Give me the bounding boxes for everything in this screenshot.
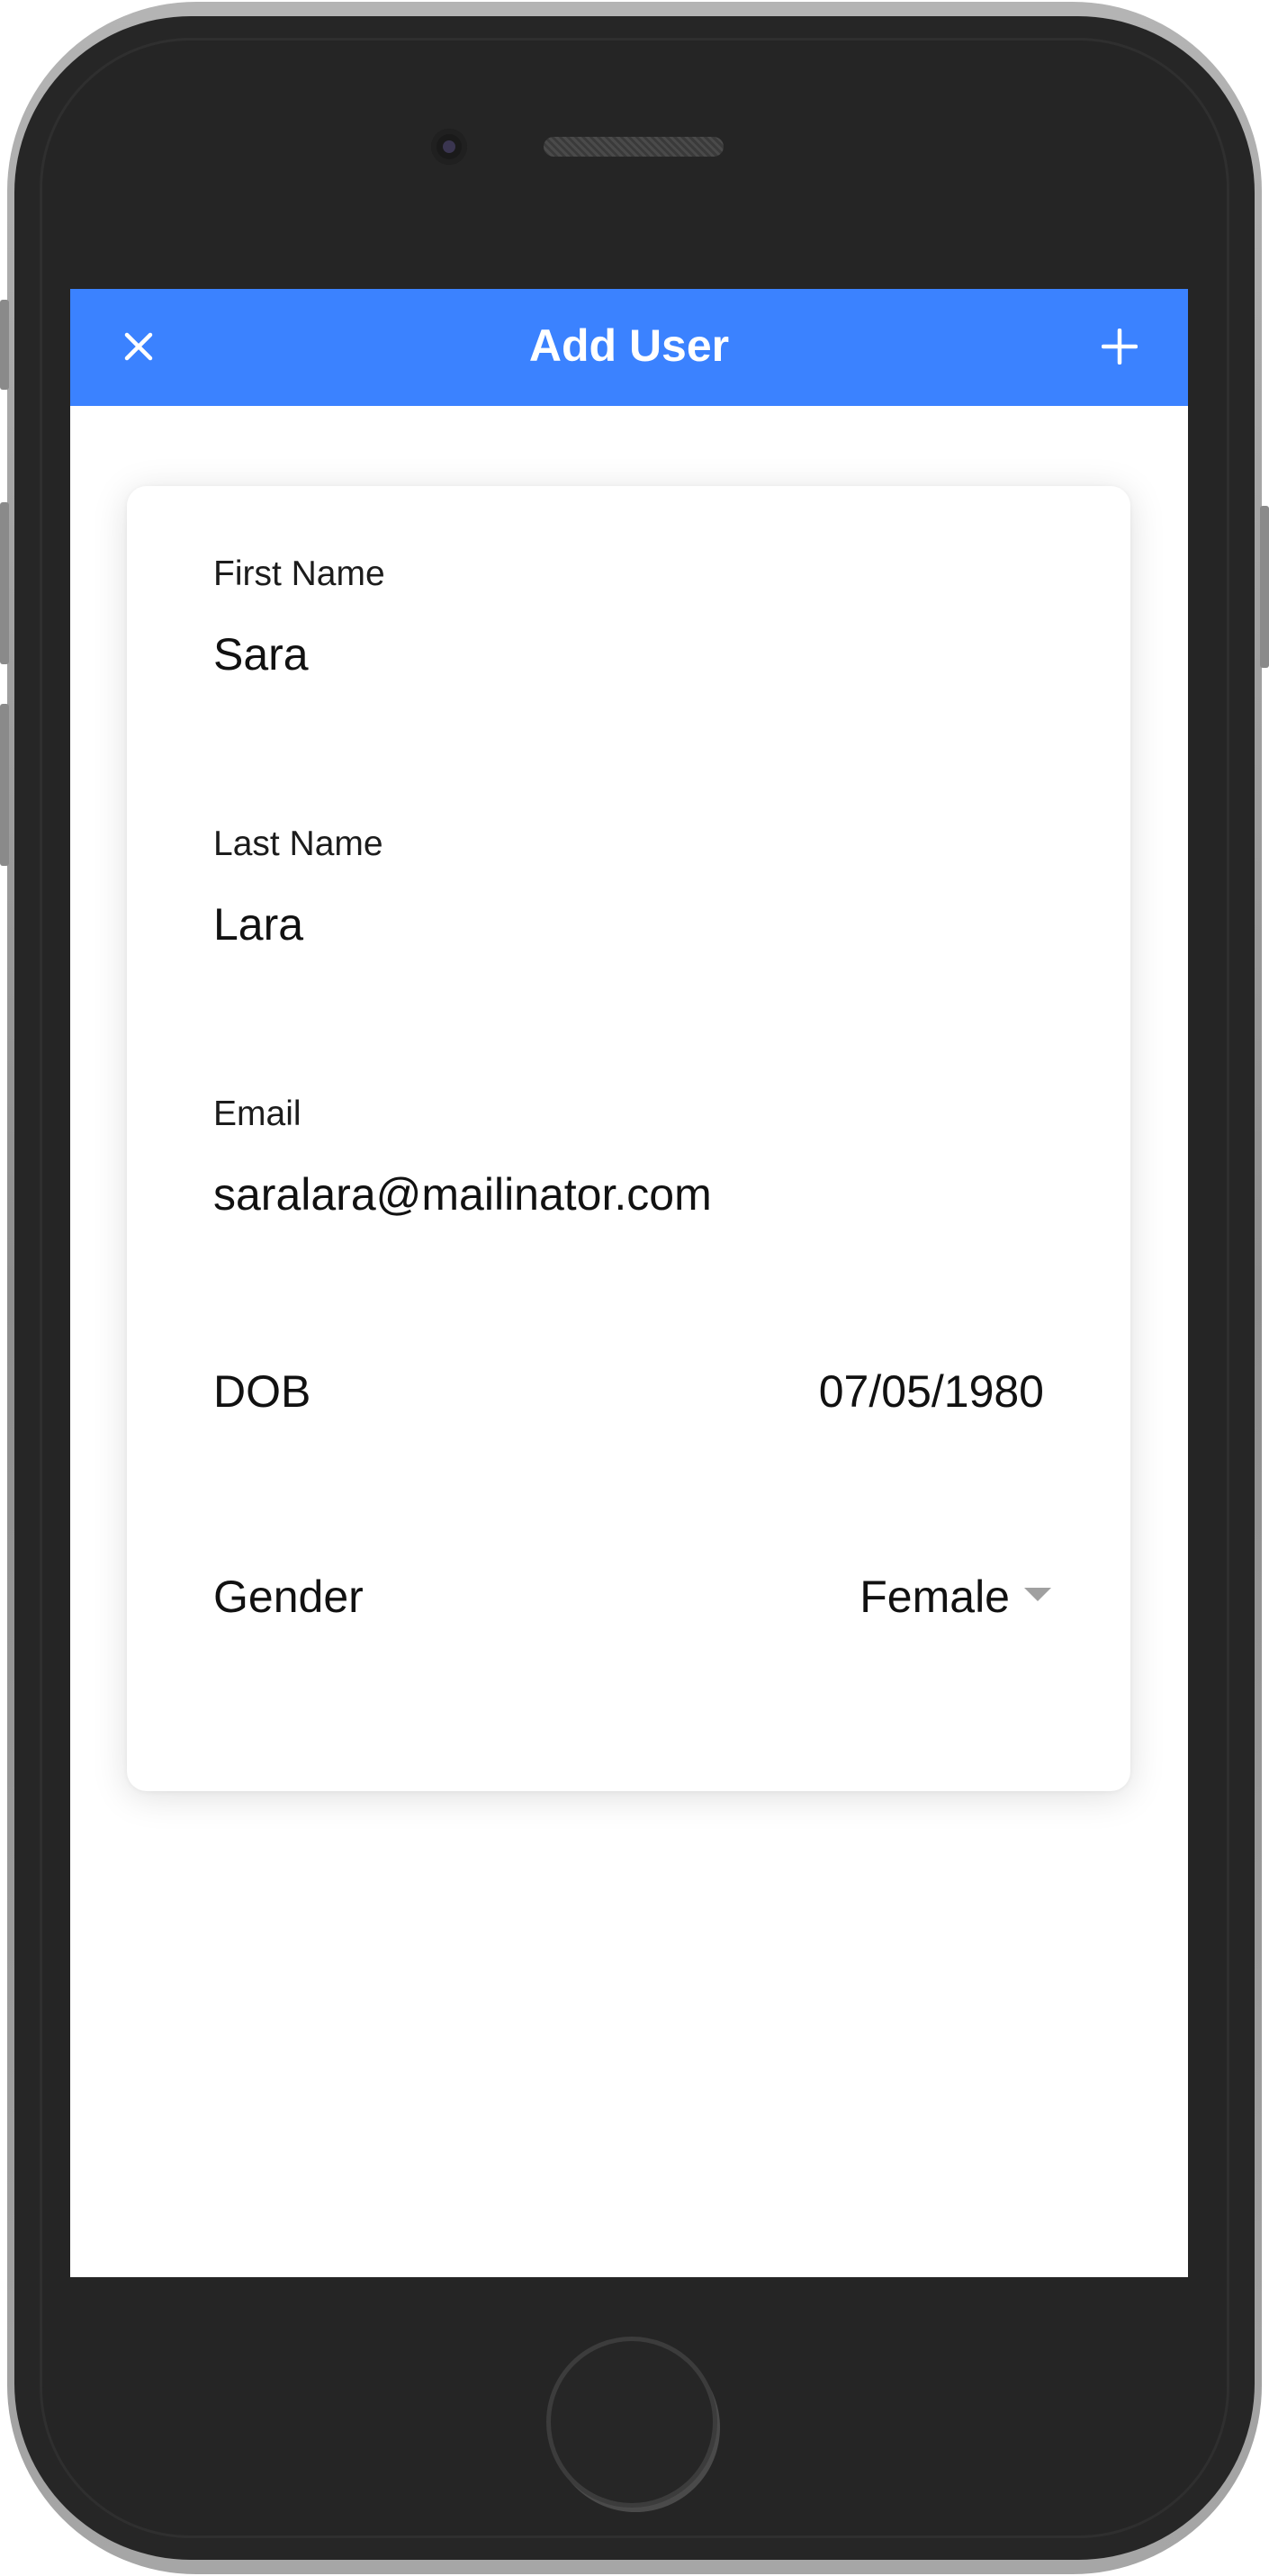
volume-up-button	[0, 502, 9, 664]
add-user-button[interactable]	[1087, 314, 1152, 379]
mute-switch	[0, 300, 9, 390]
last-name-label: Last Name	[213, 824, 383, 863]
dob-label: DOB	[213, 1366, 311, 1417]
front-camera	[431, 129, 467, 165]
user-form-card: First Name Sara Last Name Lara Email sar…	[127, 486, 1130, 1791]
first-name-field[interactable]: Sara	[213, 628, 309, 680]
gender-selected-value: Female	[860, 1572, 1010, 1622]
close-button[interactable]	[106, 314, 171, 379]
first-name-label: First Name	[213, 554, 385, 593]
page-title: Add User	[528, 320, 730, 371]
nav-bar: Add User	[70, 289, 1188, 406]
power-button	[1260, 506, 1269, 668]
email-label: Email	[213, 1094, 302, 1133]
volume-down-button	[0, 704, 9, 866]
last-name-field[interactable]: Lara	[213, 898, 303, 950]
home-button[interactable]	[546, 2337, 717, 2508]
close-icon	[124, 332, 153, 361]
app-screen: Add User First Name Sara Last Name Lara …	[70, 289, 1188, 2277]
plus-icon	[1102, 329, 1138, 365]
earpiece-speaker	[544, 137, 724, 157]
email-field[interactable]: saralara@mailinator.com	[213, 1168, 712, 1220]
dob-field[interactable]: 07/05/1980	[819, 1365, 1044, 1418]
gender-label: Gender	[213, 1572, 364, 1622]
dropdown-caret-icon	[1024, 1587, 1051, 1601]
gender-select[interactable]: Female	[860, 1571, 1051, 1623]
